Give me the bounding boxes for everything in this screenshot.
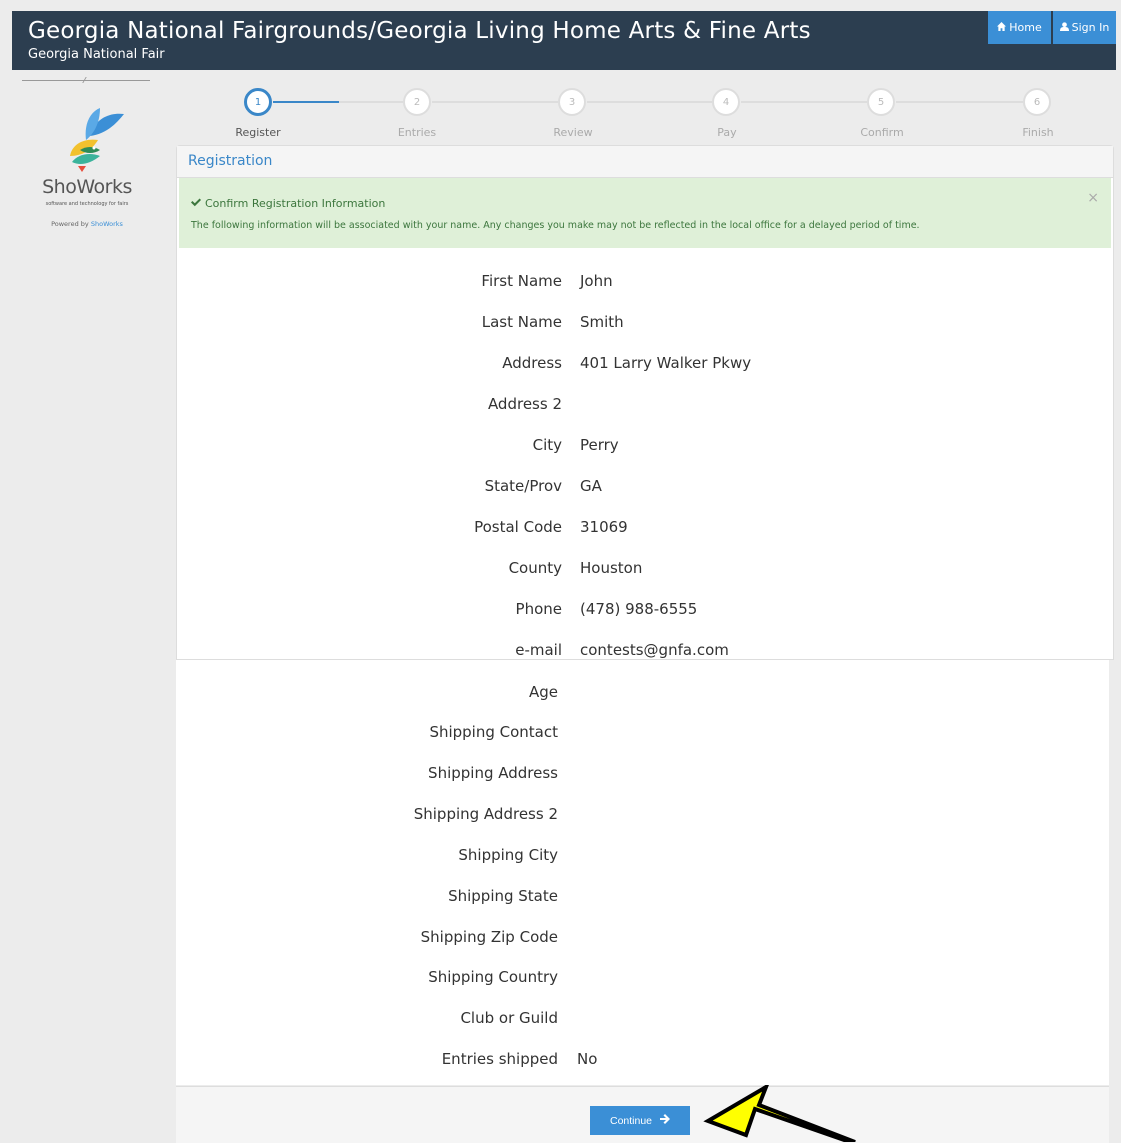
- field-label: Address: [502, 354, 562, 372]
- showorks-logo-icon: [70, 108, 124, 172]
- step-connector: [741, 101, 867, 103]
- step-6-label: Finish: [1022, 126, 1054, 139]
- field-label: Age: [528, 683, 558, 701]
- sign-in-button[interactable]: Sign In: [1053, 11, 1116, 44]
- home-icon: [997, 21, 1007, 34]
- powered-by-link[interactable]: ShoWorks: [91, 220, 123, 228]
- field-row-last-name: Last Name Smith: [176, 313, 876, 333]
- field-value: 401 Larry Walker Pkwy: [580, 354, 752, 372]
- step-5-circle: 5: [867, 88, 895, 116]
- field-row-postal-code: Postal Code 31069: [176, 518, 876, 538]
- field-row-club-or-guild: Club or Guild: [176, 1009, 876, 1029]
- field-label: Phone: [515, 600, 562, 618]
- field-label: Shipping Contact: [429, 723, 558, 741]
- field-label: City: [532, 436, 562, 454]
- continue-button[interactable]: Continue: [590, 1106, 690, 1135]
- field-value: No: [577, 1050, 598, 1068]
- field-label: Shipping Address: [428, 764, 558, 782]
- field-label: Shipping Address 2: [413, 805, 558, 823]
- step-3-label: Review: [553, 126, 593, 139]
- field-label: Entries shipped: [441, 1050, 558, 1068]
- field-row-address: Address 401 Larry Walker Pkwy: [176, 354, 876, 374]
- field-row-shipping-country: Shipping Country: [176, 968, 876, 988]
- step-3-circle: 3: [558, 88, 586, 116]
- step-1-circle: 1: [244, 88, 272, 116]
- field-label: Postal Code: [474, 518, 562, 536]
- step-6-circle: 6: [1023, 88, 1051, 116]
- step-4-circle: 4: [712, 88, 740, 116]
- field-label: e-mail: [515, 641, 562, 659]
- step-4-label: Pay: [717, 126, 737, 139]
- field-row-shipping-state: Shipping State: [176, 887, 876, 907]
- step-2-circle: 2: [403, 88, 431, 116]
- field-row-phone: Phone (478) 988-6555: [176, 600, 876, 620]
- field-label: Club or Guild: [460, 1009, 558, 1027]
- page-title: Georgia National Fairgrounds/Georgia Liv…: [28, 18, 811, 44]
- app-header: Georgia National Fairgrounds/Georgia Liv…: [12, 11, 1116, 70]
- continue-label: Continue: [609, 1114, 653, 1127]
- field-value: Perry: [580, 436, 619, 454]
- step-2-label: Entries: [397, 126, 437, 139]
- page-subtitle: Georgia National Fair: [28, 47, 165, 62]
- home-button[interactable]: Home: [988, 11, 1051, 44]
- field-row-first-name: First Name John: [176, 272, 876, 292]
- field-value: John: [580, 272, 613, 290]
- field-value: GA: [580, 477, 602, 495]
- field-label: Last Name: [481, 313, 562, 331]
- field-row-shipping-address: Shipping Address: [176, 764, 876, 784]
- field-row-age: Age: [176, 683, 876, 703]
- field-label: Shipping Country: [428, 968, 558, 986]
- panel-heading: Registration: [177, 146, 1113, 178]
- field-label: First Name: [481, 272, 562, 290]
- field-value: (478) 988-6555: [580, 600, 698, 618]
- powered-by-prefix: Powered by: [51, 220, 89, 228]
- field-row-shipping-city: Shipping City: [176, 846, 876, 866]
- field-value: Houston: [580, 559, 643, 577]
- field-row-state: State/Prov GA: [176, 477, 876, 497]
- field-label: Address 2: [487, 395, 562, 413]
- field-row-shipping-contact: Shipping Contact: [176, 723, 876, 743]
- field-label: Shipping Zip Code: [420, 928, 558, 946]
- field-row-shipping-address-2: Shipping Address 2: [176, 805, 876, 825]
- field-row-city: City Perry: [176, 436, 876, 456]
- field-row-county: County Houston: [176, 559, 876, 579]
- field-row-entries-shipped: Entries shipped No: [176, 1050, 876, 1070]
- step-connector: [587, 101, 712, 103]
- step-connector: [273, 101, 339, 103]
- field-value: 31069: [580, 518, 628, 536]
- field-label: Shipping State: [448, 887, 558, 905]
- field-value: Smith: [580, 313, 624, 331]
- alert-title: Confirm Registration Information: [191, 197, 1101, 210]
- close-icon[interactable]: ×: [1087, 190, 1099, 206]
- step-connector: [339, 101, 403, 103]
- step-1-label: Register: [235, 126, 281, 139]
- powered-by: Powered by ShoWorks: [12, 220, 162, 228]
- step-connector: [896, 101, 1023, 103]
- field-row-address-2: Address 2: [176, 395, 876, 415]
- user-icon: [1059, 21, 1069, 34]
- alert-title-text: Confirm Registration Information: [205, 197, 386, 210]
- logo-text: ShoWorks: [42, 176, 132, 198]
- sign-in-label: Sign In: [1071, 21, 1110, 34]
- home-label: Home: [1009, 21, 1042, 34]
- field-row-email: e-mail contests@gnfa.com: [176, 641, 876, 661]
- check-icon: [191, 197, 201, 210]
- field-row-shipping-zip-code: Shipping Zip Code: [176, 928, 876, 948]
- success-alert: Confirm Registration Information The fol…: [179, 178, 1111, 248]
- logo-tagline: software and technology for fairs: [45, 201, 129, 207]
- alert-message: The following information will be associ…: [191, 220, 920, 231]
- field-label: County: [508, 559, 562, 577]
- sidebar: ShoWorks software and technology for fai…: [12, 70, 162, 1142]
- field-label: State/Prov: [484, 477, 562, 495]
- field-label: Shipping City: [458, 846, 558, 864]
- field-value: contests@gnfa.com: [580, 641, 729, 659]
- annotation-arrow-icon: [703, 1085, 856, 1142]
- arrow-right-icon: [660, 1114, 671, 1127]
- step-5-label: Confirm: [860, 126, 904, 139]
- progress-stepper: 1 2 3 4 5 6 Register Entries Review Pay …: [178, 83, 1114, 145]
- step-connector: [432, 101, 558, 103]
